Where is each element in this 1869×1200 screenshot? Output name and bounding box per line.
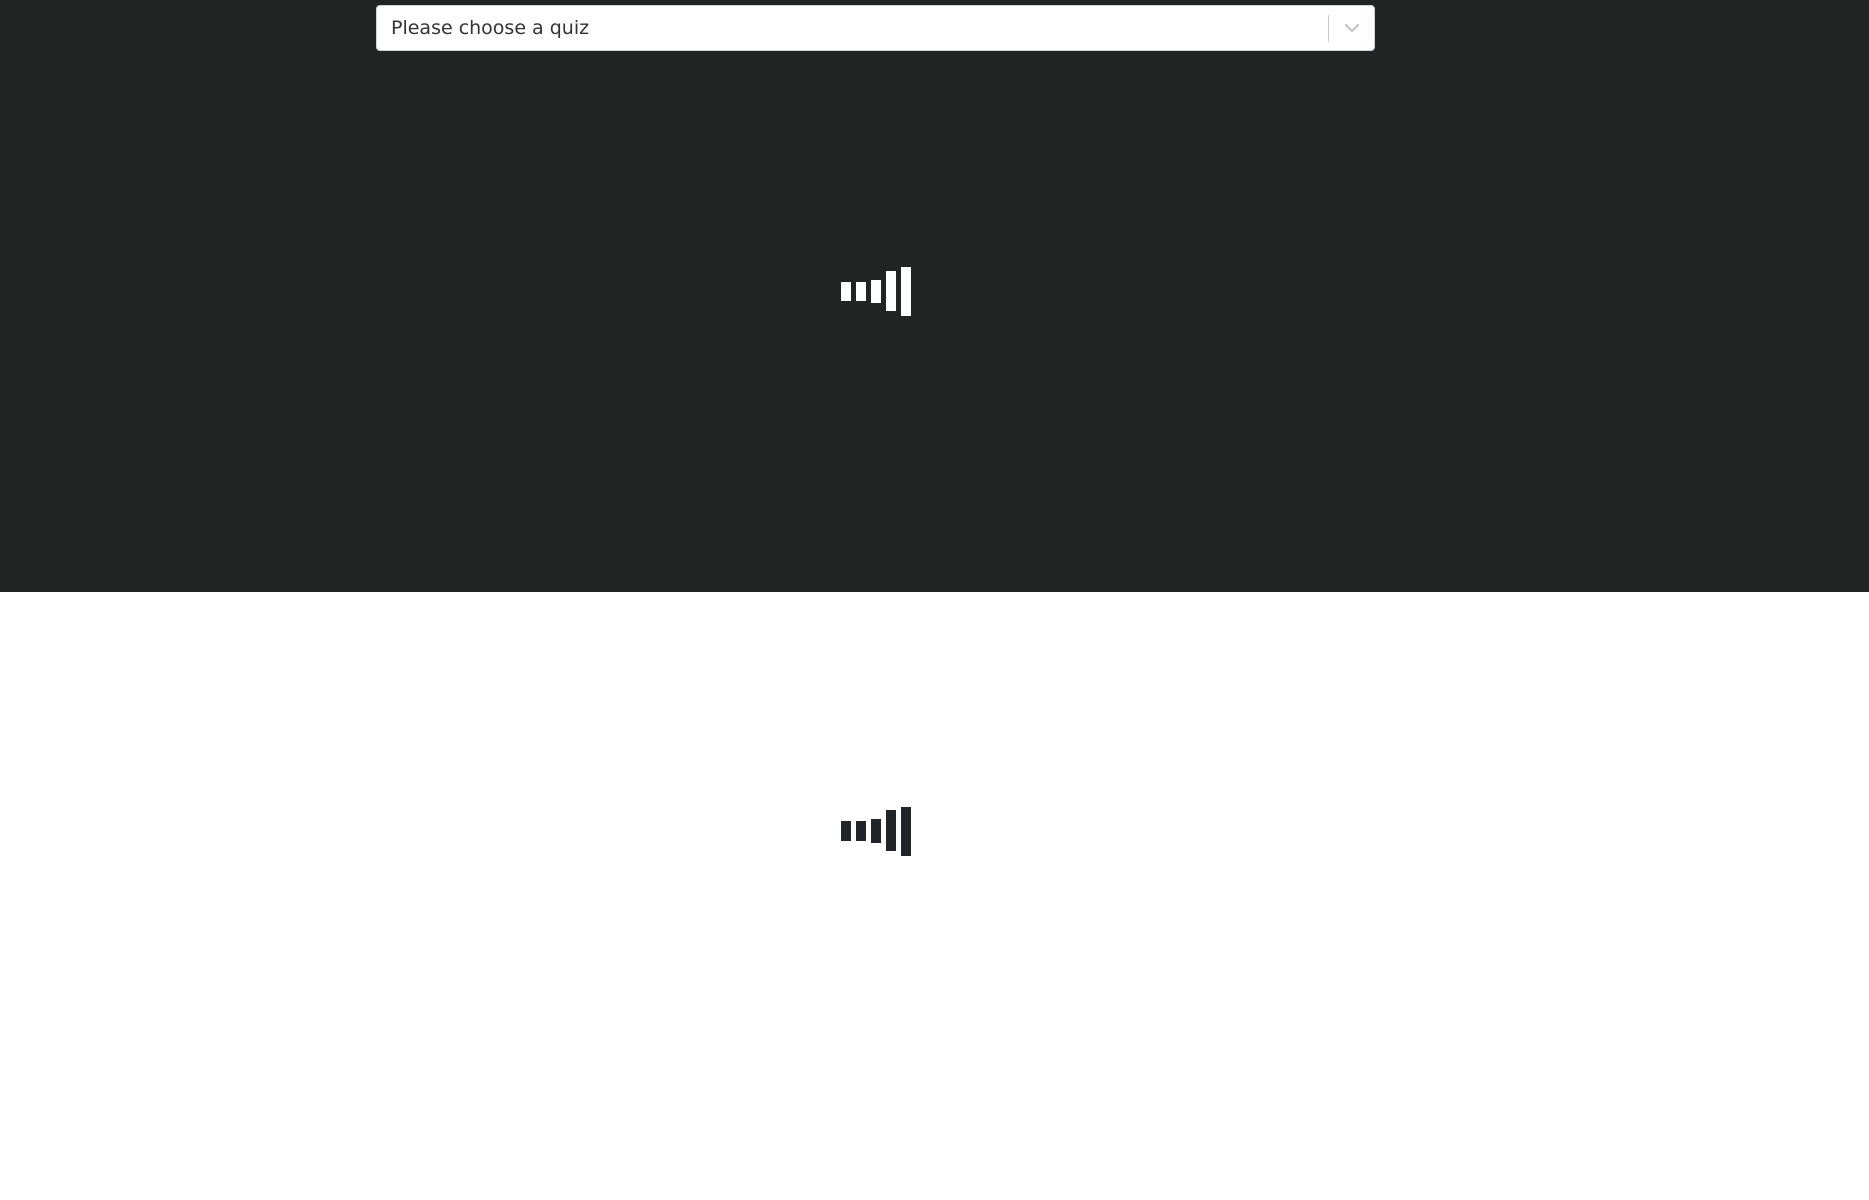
- loader-bar-1: [841, 282, 851, 301]
- quiz-select-value: Please choose a quiz: [391, 17, 590, 39]
- loading-bars-icon: [841, 807, 911, 856]
- loader-bar-3: [871, 280, 881, 303]
- loader-bar-2: [856, 821, 866, 841]
- quiz-select-dropdown[interactable]: Please choose a quiz: [376, 5, 1375, 51]
- bottom-loading-indicator: [840, 806, 912, 858]
- chevron-down-icon[interactable]: [1340, 16, 1364, 40]
- quiz-select-separator: [1328, 15, 1329, 42]
- loading-bars-icon: [841, 267, 911, 316]
- loader-bar-4: [886, 810, 896, 851]
- loader-bar-2: [856, 282, 866, 301]
- loader-bar-1: [841, 821, 851, 841]
- loader-bar-3: [871, 819, 881, 843]
- top-section: Please choose a quiz: [0, 0, 1869, 592]
- top-loading-indicator: [840, 266, 912, 318]
- loader-bar-5: [901, 807, 911, 856]
- loader-bar-4: [886, 271, 896, 311]
- loader-bar-5: [901, 267, 911, 316]
